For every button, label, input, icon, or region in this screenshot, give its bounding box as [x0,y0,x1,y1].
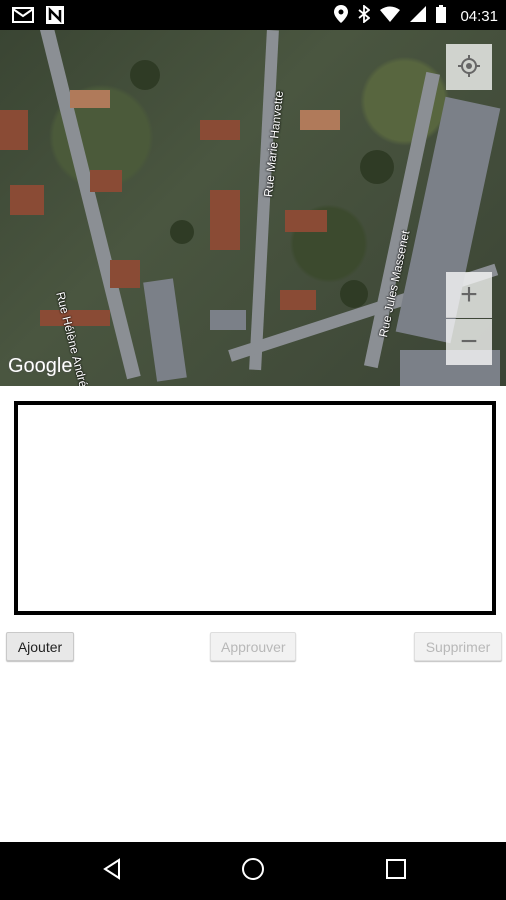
rooftop [110,260,140,288]
tree [360,150,394,184]
bluetooth-icon [358,4,371,28]
my-location-icon [457,54,481,81]
home-button[interactable] [233,852,273,890]
navigation-bar [0,842,506,900]
add-button[interactable]: Ajouter [6,632,74,661]
plus-icon: + [460,277,478,311]
road [249,30,279,371]
google-logo: Google [8,355,73,377]
rooftop [70,90,110,108]
minus-icon: − [460,325,478,358]
rooftop [200,120,240,140]
cell-signal-icon [410,6,427,27]
home-icon [241,857,265,886]
rooftop [90,170,122,192]
back-icon [101,857,123,885]
back-button[interactable] [92,852,132,890]
my-location-button[interactable] [446,44,492,90]
location-icon [334,5,349,28]
approve-button[interactable]: Approuver [210,632,296,661]
tree [340,280,368,308]
rooftop [280,290,316,310]
delete-button[interactable]: Supprimer [414,632,502,661]
rooftop [285,210,327,232]
rooftop [300,110,340,130]
rooftop [10,185,44,215]
wifi-icon [380,6,401,27]
mail-icon [12,7,34,28]
road [40,30,141,380]
zoom-in-button[interactable]: + [446,272,492,318]
recents-icon [386,858,406,884]
zoom-out-button[interactable]: − [446,319,492,365]
clock: 04:31 [460,8,498,25]
tree [170,220,194,244]
status-bar: 04:31 [0,0,506,30]
rooftop [210,190,240,250]
rooftop [0,110,28,150]
satellite-map[interactable]: Rue Hélène Andrée Rue Marie Hanvette Rue… [0,30,506,386]
drawing-area[interactable] [14,401,496,615]
battery-icon [436,5,447,28]
n-notification-icon [46,6,64,29]
recents-button[interactable] [376,852,416,890]
rooftop [143,278,187,382]
tree [130,60,160,90]
rooftop [210,310,246,330]
